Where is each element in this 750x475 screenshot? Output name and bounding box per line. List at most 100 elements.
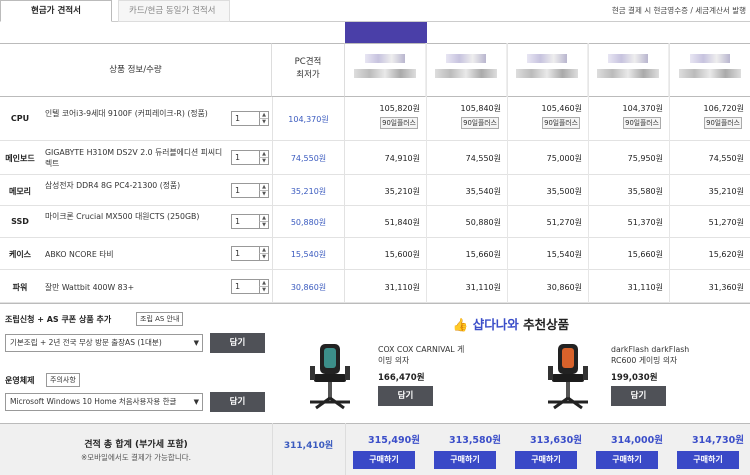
highlighted-shop-strip [345, 22, 427, 43]
part-name[interactable]: 인텔 코어i3-9세대 9100F (커피레이크-R) (정품) [45, 108, 223, 119]
part-category: 메인보드 [5, 154, 35, 163]
assembly-select[interactable]: 기본조립 + 2년 전국 무상 방문 출장AS (1대분) ▼ [5, 334, 203, 352]
quantity-stepper[interactable]: 1 ▲ ▼ [231, 111, 269, 126]
shop-total-price: 314,730원 [691, 435, 744, 446]
column-divider [507, 43, 508, 303]
shop-price[interactable]: 35,210원 [345, 186, 420, 197]
shop-logo-2[interactable] [426, 43, 507, 97]
shop-price[interactable]: 105,840원 [426, 103, 501, 114]
tab-cash-estimate[interactable]: 현금가 견적서 [0, 0, 112, 22]
plus-badge: 90일플러스 [704, 117, 742, 129]
reco-item-1-name[interactable]: COX COX CARNIVAL 게이밍 의자 [378, 344, 468, 366]
shop-price[interactable]: 74,910원 [345, 153, 420, 164]
shop-price[interactable]: 51,840원 [345, 217, 420, 228]
os-select-value: Microsoft Windows 10 Home 처음사용자용 한글 [10, 397, 177, 406]
shop-price[interactable]: 15,660원 [426, 249, 501, 260]
shop-price[interactable]: 31,110원 [588, 282, 663, 293]
cox-chair-image[interactable] [302, 342, 358, 412]
reco-item-1-price: 166,470원 [378, 373, 425, 383]
increment-icon[interactable]: ▲ [259, 280, 268, 287]
part-name[interactable]: GIGABYTE H310M DS2V 2.0 듀러블에디션 피씨디렉트 [45, 147, 223, 169]
plus-badge: 90일플러스 [380, 117, 418, 129]
part-row: SSD 마이크론 Crucial MX500 대원CTS (250GB) 1 ▲ ▼ 50… [0, 206, 750, 238]
os-notice-button[interactable]: 주의사항 [46, 373, 80, 387]
shop-logo-1[interactable] [345, 43, 426, 97]
part-name[interactable]: 마이크론 Crucial MX500 대원CTS (250GB) [45, 211, 223, 222]
shop-price[interactable]: 106,720원 [669, 103, 744, 114]
shop-price[interactable]: 35,540원 [426, 186, 501, 197]
part-name[interactable]: 잘만 Wattbit 400W 83+ [45, 282, 223, 293]
pc-header-line1: PC견적 [294, 57, 322, 67]
assembly-add-button[interactable]: 담기 [210, 333, 265, 353]
shop-logo-5[interactable] [669, 43, 750, 97]
shop-price[interactable]: 75,000원 [507, 153, 582, 164]
part-name[interactable]: 삼성전자 DDR4 8G PC4-21300 (정품) [45, 180, 223, 191]
buy-button[interactable]: 구매하기 [434, 451, 496, 469]
plus-badge: 90일플러스 [542, 117, 580, 129]
decrement-icon[interactable]: ▼ [259, 254, 268, 261]
shop-price[interactable]: 105,460원 [507, 103, 582, 114]
shop-price[interactable]: 74,550원 [426, 153, 501, 164]
shop-price[interactable]: 50,880원 [426, 217, 501, 228]
shop-price[interactable]: 35,580원 [588, 186, 663, 197]
shop-price[interactable]: 35,500원 [507, 186, 582, 197]
quantity-stepper[interactable]: 1 ▲ ▼ [231, 279, 269, 294]
darkflash-chair-image[interactable] [540, 342, 596, 412]
shop-price[interactable]: 15,600원 [345, 249, 420, 260]
shop-price[interactable]: 51,370원 [588, 217, 663, 228]
buy-button[interactable]: 구매하기 [677, 451, 739, 469]
reco-item-2-name[interactable]: darkFlash darkFlash RC600 게이밍 의자 [611, 344, 703, 366]
part-category: SSD [11, 217, 29, 226]
total-bar: 견적 총 합계 (부가세 포함) ※모바일에서도 결제가 가능합니다. 311,… [0, 423, 750, 475]
shop-price[interactable]: 31,110원 [426, 282, 501, 293]
quantity-stepper[interactable]: 1 ▲ ▼ [231, 150, 269, 165]
increment-icon[interactable]: ▲ [259, 112, 268, 119]
shop-logo-3[interactable] [507, 43, 588, 97]
buy-button[interactable]: 구매하기 [596, 451, 658, 469]
part-row: 케이스 ABKO NCORE 타비 1 ▲ ▼ 15,540원 15,600원 15,660원… [0, 238, 750, 270]
os-add-button[interactable]: 담기 [210, 392, 265, 412]
column-divider [588, 43, 589, 303]
os-select[interactable]: Microsoft Windows 10 Home 처음사용자용 한글 ▼ [5, 393, 203, 411]
assembly-as-info-button[interactable]: 조립 AS 안내 [136, 312, 184, 326]
shop-price[interactable]: 31,360원 [669, 282, 744, 293]
shop-price[interactable]: 74,550원 [669, 153, 744, 164]
shop-price[interactable]: 104,370원 [588, 103, 663, 114]
buy-button[interactable]: 구매하기 [353, 451, 415, 469]
decrement-icon[interactable]: ▼ [259, 158, 268, 165]
shop-price[interactable]: 15,540원 [507, 249, 582, 260]
shop-price[interactable]: 51,270원 [669, 217, 744, 228]
decrement-icon[interactable]: ▼ [259, 119, 268, 126]
shop-price[interactable]: 15,660원 [588, 249, 663, 260]
reco-item-2-price: 199,030원 [611, 373, 658, 383]
quantity-stepper[interactable]: 1 ▲ ▼ [231, 183, 269, 198]
recommended-label: 추천상품 [518, 317, 570, 332]
quantity-value: 1 [235, 249, 241, 258]
reco-item-1-add-button[interactable]: 담기 [378, 386, 433, 406]
decrement-icon[interactable]: ▼ [259, 191, 268, 198]
estimate-tabs: 현금가 견적서 카드/현금 동일가 견적서 현금 결제 시 현금영수증 / 세금… [0, 0, 750, 22]
buy-button[interactable]: 구매하기 [515, 451, 577, 469]
shop-price[interactable]: 31,110원 [345, 282, 420, 293]
shop-price[interactable]: 75,950원 [588, 153, 663, 164]
shop-price[interactable]: 51,270원 [507, 217, 582, 228]
shop-price[interactable]: 35,210원 [669, 186, 744, 197]
decrement-icon[interactable]: ▼ [259, 222, 268, 229]
shop-price[interactable]: 30,860원 [507, 282, 582, 293]
shop-total-price: 314,000원 [610, 435, 663, 446]
tab-card-cash-estimate[interactable]: 카드/현금 동일가 견적서 [118, 0, 230, 22]
quantity-stepper[interactable]: 1 ▲ ▼ [231, 246, 269, 261]
part-name[interactable]: ABKO NCORE 타비 [45, 249, 223, 260]
quantity-stepper[interactable]: 1 ▲ ▼ [231, 214, 269, 229]
increment-icon[interactable]: ▲ [259, 215, 268, 222]
reco-item-2-add-button[interactable]: 담기 [611, 386, 666, 406]
assembly-select-value: 기본조립 + 2년 전국 무상 방문 출장AS (1대분) [10, 338, 162, 347]
increment-icon[interactable]: ▲ [259, 151, 268, 158]
increment-icon[interactable]: ▲ [259, 247, 268, 254]
shop-logo-4[interactable] [588, 43, 669, 97]
shop-price[interactable]: 15,620원 [669, 249, 744, 260]
shop-total-price: 313,580원 [448, 435, 501, 446]
decrement-icon[interactable]: ▼ [259, 287, 268, 294]
shop-price[interactable]: 105,820원 [345, 103, 420, 114]
increment-icon[interactable]: ▲ [259, 184, 268, 191]
